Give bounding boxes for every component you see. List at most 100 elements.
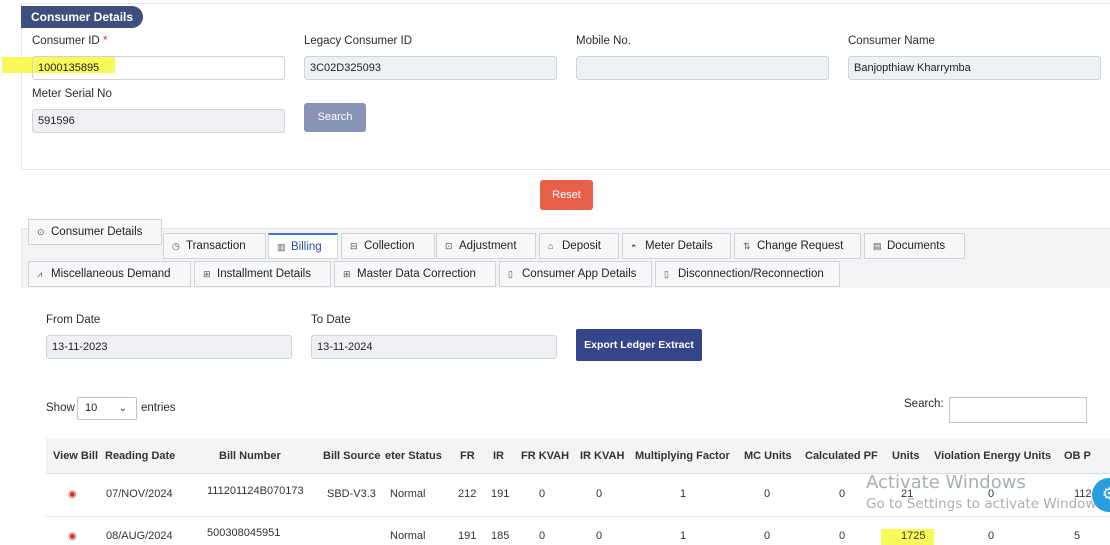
tab-miscellaneous-demand[interactable]: ⩘ Miscellaneous Demand	[28, 261, 191, 287]
tab-icon: ◷	[172, 241, 180, 251]
column-header[interactable]: Calculated PF	[805, 450, 878, 462]
to-date-field[interactable]: 13-11-2024	[311, 335, 557, 359]
tab-icon: ⊞	[203, 269, 211, 279]
view-bill-eye-icon[interactable]: ◉	[68, 531, 77, 542]
cell-mc-units: 0	[764, 488, 771, 500]
cell-meter-status: Normal	[390, 488, 426, 500]
cell-reading-date: 08/AUG/2024	[106, 530, 173, 542]
tab-label: Master Data Correction	[357, 268, 476, 280]
cell-units: 1725	[901, 530, 926, 542]
tab-label: Collection	[364, 240, 415, 252]
consumer-id-label-text: Consumer ID	[32, 35, 100, 47]
column-header[interactable]: Bill Source	[323, 450, 380, 462]
consumer-name-field[interactable]: Banjopthiaw Kharrymba	[848, 56, 1101, 80]
column-header[interactable]: Multiplying Factor	[635, 450, 730, 462]
consumer-id-label: Consumer ID *	[32, 35, 107, 47]
table-search-input[interactable]	[949, 397, 1087, 423]
tab-adjustment[interactable]: ⊡ Adjustment	[436, 233, 536, 259]
tab-consumer-details[interactable]: ⊙ Consumer Details	[28, 219, 162, 245]
cell-ir: 191	[491, 488, 510, 500]
consumer-details-panel	[21, 3, 1110, 170]
table-search-label: Search:	[904, 398, 944, 410]
cell-ir-kvah: 0	[596, 488, 603, 500]
section-title: Consumer Details	[21, 6, 144, 28]
cell-calc-pf: 0	[839, 488, 846, 500]
tab-master-data-correction[interactable]: ⊞ Master Data Correction	[334, 261, 496, 287]
column-header[interactable]: Bill Number	[219, 450, 281, 462]
cell-mc-units: 0	[764, 530, 771, 542]
from-date-field[interactable]: 13-11-2023	[46, 335, 292, 359]
tab-icon: ⌂	[548, 241, 554, 251]
from-date-label: From Date	[46, 314, 101, 326]
reset-button[interactable]: Reset	[540, 180, 593, 210]
column-header[interactable]: Reading Date	[105, 450, 175, 462]
tab-meter-details[interactable]: ◓ Meter Details	[622, 233, 731, 259]
entries-label: entries	[141, 402, 176, 414]
cell-ir-kvah: 0	[596, 530, 603, 542]
tab-disconnection-reconnection[interactable]: ▯ Disconnection/Reconnection	[655, 261, 840, 287]
tab-label: Documents	[887, 240, 946, 252]
tab-icon: ⊞	[343, 269, 351, 279]
tab-label: Consumer App Details	[522, 268, 637, 280]
tab-label: Disconnection/Reconnection	[678, 268, 824, 280]
column-header[interactable]: Violation Energy Units	[934, 450, 1051, 462]
mobile-label: Mobile No.	[576, 35, 631, 47]
tab-icon: ▯	[508, 269, 513, 279]
export-ledger-button[interactable]: Export Ledger Extract	[576, 329, 702, 361]
tab-billing[interactable]: ▥ Billing	[268, 233, 338, 259]
cell-bill-number: 111201124B070173	[207, 485, 304, 497]
tab-documents[interactable]: ▤ Documents	[864, 233, 965, 259]
consumer-id-field[interactable]: 1000135895	[32, 56, 285, 80]
column-header[interactable]: View Bill	[53, 450, 98, 462]
cell-mf: 1	[680, 488, 687, 500]
entries-select[interactable]: 10 ⌄	[77, 397, 137, 420]
tab-icon: ⩘	[37, 269, 43, 279]
cell-ob: 5	[1074, 530, 1081, 542]
tab-label: Miscellaneous Demand	[51, 268, 171, 280]
cell-fr-kvah: 0	[539, 530, 546, 542]
tab-consumer-app-details[interactable]: ▯ Consumer App Details	[499, 261, 652, 287]
tab-icon: ◓	[631, 241, 637, 251]
cell-meter-status: Normal	[390, 530, 426, 542]
meter-serial-label: Meter Serial No	[32, 88, 112, 100]
tab-label: Billing	[291, 241, 322, 253]
entries-value: 10	[85, 402, 98, 414]
cell-violation: 0	[988, 530, 995, 542]
chevron-down-icon: ⌄	[118, 403, 127, 414]
meter-serial-field[interactable]: 591596	[32, 109, 285, 133]
mobile-field[interactable]	[576, 56, 829, 80]
consumer-name-label: Consumer Name	[848, 35, 935, 47]
tab-collection[interactable]: ⊟ Collection	[341, 233, 435, 259]
cell-ir: 185	[491, 530, 510, 542]
to-date-label: To Date	[311, 314, 351, 326]
cell-reading-date: 07/NOV/2024	[106, 488, 173, 500]
cell-calc-pf: 0	[839, 530, 846, 542]
tab-label: Adjustment	[459, 240, 517, 252]
tab-installment-details[interactable]: ⊞ Installment Details	[194, 261, 331, 287]
tab-icon: ⇅	[743, 241, 751, 251]
tab-deposit[interactable]: ⌂ Deposit	[539, 233, 619, 259]
activation-watermark-subtitle: Go to Settings to activate Windows.	[866, 496, 1108, 512]
tab-icon: ▯	[664, 269, 669, 279]
tab-icon: ▤	[873, 241, 882, 251]
column-header[interactable]: Units	[892, 450, 920, 462]
column-header[interactable]: IR KVAH	[580, 450, 624, 462]
column-header[interactable]: FR KVAH	[521, 450, 569, 462]
tab-label: Installment Details	[217, 268, 311, 280]
legacy-id-field[interactable]: 3C02D325093	[304, 56, 557, 80]
show-label: Show	[46, 402, 75, 414]
required-mark: *	[102, 35, 108, 47]
row-divider	[46, 516, 1110, 517]
column-header[interactable]: IR	[493, 450, 504, 462]
column-header[interactable]: FR	[460, 450, 475, 462]
column-header[interactable]: OB P	[1064, 450, 1091, 462]
tab-label: Deposit	[562, 240, 601, 252]
cell-fr: 191	[458, 530, 477, 542]
column-header[interactable]: MC Units	[744, 450, 792, 462]
column-header[interactable]: eter Status	[385, 450, 442, 462]
tab-transaction[interactable]: ◷ Transaction	[163, 233, 266, 259]
view-bill-eye-icon[interactable]: ◉	[68, 489, 77, 500]
tab-change-request[interactable]: ⇅ Change Request	[734, 233, 861, 259]
search-button[interactable]: Search	[304, 103, 366, 132]
cell-mf: 1	[680, 530, 687, 542]
